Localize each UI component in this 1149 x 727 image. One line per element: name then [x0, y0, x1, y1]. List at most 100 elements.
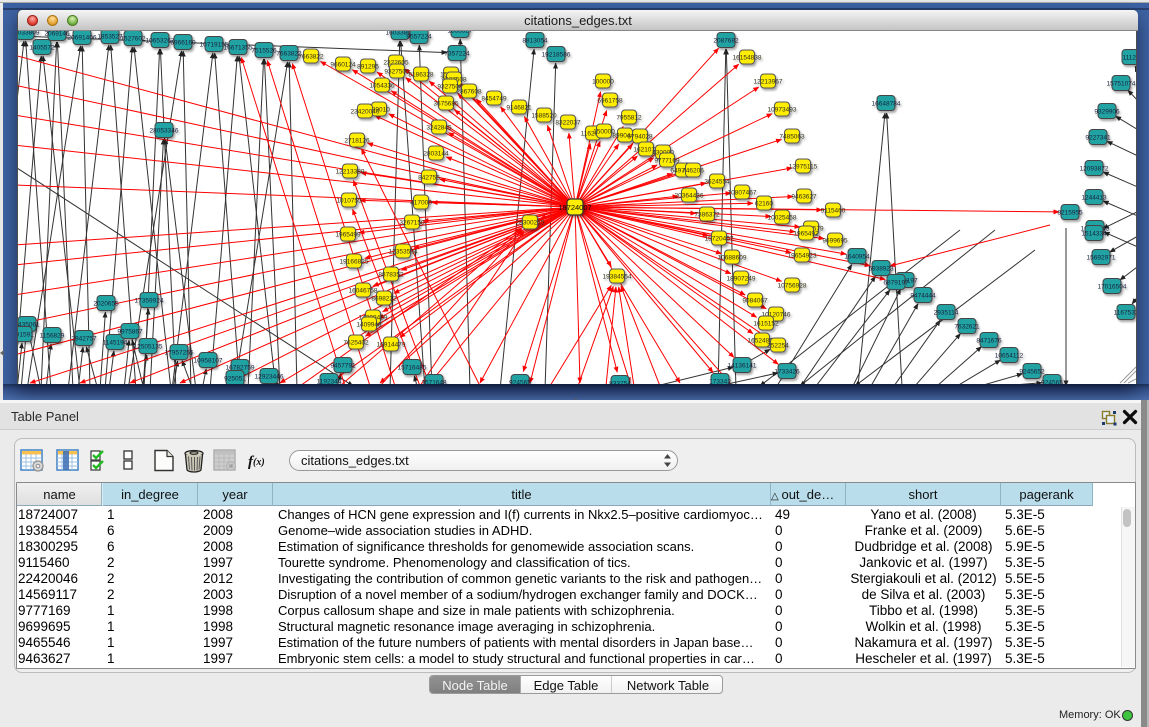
- svg-text:23420046: 23420046: [351, 109, 380, 116]
- svg-text:2867608: 2867608: [456, 89, 482, 96]
- svg-text:9245652: 9245652: [1019, 369, 1045, 376]
- svg-text:924565: 924565: [1041, 380, 1063, 385]
- svg-text:62160: 62160: [755, 201, 773, 208]
- svg-text:3624554: 3624554: [704, 179, 730, 186]
- svg-text:9699695: 9699695: [822, 238, 848, 245]
- svg-text:1010755: 1010755: [336, 198, 362, 205]
- svg-text:11126: 11126: [1122, 55, 1136, 62]
- svg-text:8878352: 8878352: [378, 272, 404, 279]
- svg-text:15751074: 15751074: [1107, 81, 1136, 88]
- svg-text:1156829: 1156829: [40, 333, 65, 340]
- svg-text:1640954: 1640954: [844, 254, 870, 261]
- svg-text:2087682: 2087682: [713, 38, 739, 45]
- svg-text:28053346: 28053346: [150, 128, 179, 135]
- svg-text:746206: 746206: [682, 168, 704, 175]
- svg-text:1527602: 1527602: [120, 36, 146, 43]
- svg-text:16914479: 16914479: [377, 342, 406, 349]
- svg-text:3675685: 3675685: [433, 101, 459, 108]
- svg-text:8471676: 8471676: [976, 338, 1002, 345]
- svg-text:10807467: 10807467: [728, 190, 757, 197]
- svg-text:10688609: 10688609: [718, 255, 747, 262]
- svg-text:12213389: 12213389: [336, 169, 365, 176]
- svg-text:9557224: 9557224: [406, 34, 432, 41]
- svg-text:19384554: 19384554: [603, 274, 632, 281]
- svg-text:100000: 100000: [592, 79, 614, 86]
- svg-text:925051: 925051: [224, 376, 246, 383]
- svg-text:10654112: 10654112: [995, 353, 1024, 360]
- svg-text:391591: 391591: [18, 332, 34, 339]
- svg-text:8215955: 8215955: [1057, 210, 1083, 217]
- svg-text:17359924: 17359924: [135, 298, 164, 305]
- svg-text:2935114: 2935114: [934, 310, 959, 317]
- svg-text:3242845: 3242845: [426, 125, 452, 132]
- svg-text:833754: 833754: [609, 381, 631, 385]
- svg-text:9463627: 9463627: [791, 194, 817, 201]
- svg-text:10025458: 10025458: [768, 215, 797, 222]
- svg-text:9327505: 9327505: [384, 69, 410, 76]
- svg-text:1965499: 1965499: [335, 232, 361, 239]
- svg-text:1853527: 1853527: [447, 31, 473, 35]
- svg-text:9329906: 9329906: [1094, 109, 1120, 116]
- svg-text:15716485: 15716485: [398, 365, 427, 372]
- svg-text:924565: 924565: [509, 380, 531, 385]
- svg-text:(x): (x): [253, 457, 265, 468]
- svg-text:8454749: 8454749: [481, 96, 507, 103]
- svg-text:7632621: 7632621: [954, 324, 980, 331]
- svg-text:9975867: 9975867: [117, 329, 143, 336]
- svg-text:17016504: 17016504: [1098, 284, 1127, 291]
- svg-text:7625402: 7625402: [343, 340, 369, 347]
- svg-text:173342: 173342: [709, 379, 731, 385]
- svg-text:842755: 842755: [418, 175, 440, 182]
- svg-text:16154838: 16154838: [733, 55, 762, 62]
- svg-text:1244413: 1244413: [1081, 195, 1107, 202]
- svg-text:1409948: 1409948: [356, 322, 382, 329]
- svg-text:417000: 417000: [410, 200, 432, 207]
- svg-text:19654923: 19654923: [788, 253, 817, 260]
- svg-text:10958107: 10958107: [194, 358, 223, 365]
- svg-text:1615152: 1615152: [753, 321, 779, 328]
- svg-text:18907249: 18907249: [727, 276, 756, 283]
- svg-text:1145194: 1145194: [103, 340, 128, 347]
- svg-text:7955812: 7955812: [616, 115, 642, 122]
- svg-text:5938923: 5938923: [868, 266, 894, 273]
- svg-text:891295: 891295: [357, 64, 379, 71]
- svg-text:1571648: 1571648: [421, 380, 447, 385]
- svg-text:1192344: 1192344: [317, 379, 342, 385]
- svg-text:8813054: 8813054: [522, 38, 548, 45]
- svg-text:8698222: 8698222: [371, 296, 397, 303]
- svg-text:12505135: 12505135: [134, 344, 163, 351]
- svg-text:9227341: 9227341: [1085, 135, 1111, 142]
- svg-text:1514334: 1514334: [1081, 231, 1107, 238]
- svg-text:17957255: 17957255: [165, 350, 194, 357]
- svg-text:1965492: 1965492: [793, 231, 819, 238]
- svg-text:10756928: 10756928: [778, 283, 807, 290]
- svg-text:16033809: 16033809: [18, 31, 40, 37]
- svg-text:3267150: 3267150: [399, 220, 425, 227]
- svg-text:2020655: 2020655: [93, 301, 119, 308]
- svg-text:6961758: 6961758: [597, 98, 623, 105]
- svg-text:28300215: 28300215: [516, 220, 545, 227]
- svg-text:15692971: 15692971: [1087, 255, 1116, 262]
- svg-text:1167533: 1167533: [1114, 310, 1136, 317]
- svg-text:9474444: 9474444: [910, 293, 936, 300]
- svg-text:8322037: 8322037: [555, 120, 581, 127]
- svg-text:8186328: 8186328: [408, 72, 434, 79]
- svg-text:10973493: 10973493: [768, 107, 797, 114]
- svg-text:16648784: 16648784: [872, 101, 901, 108]
- svg-text:6879197: 6879197: [883, 280, 909, 287]
- svg-text:18724007: 18724007: [558, 203, 591, 212]
- svg-text:252254: 252254: [767, 343, 789, 350]
- svg-text:9457791: 9457791: [330, 363, 356, 370]
- svg-text:1405572: 1405572: [29, 45, 55, 52]
- svg-text:15720407: 15720407: [705, 236, 734, 243]
- svg-text:12975115: 12975115: [789, 164, 818, 171]
- svg-text:1054336: 1054336: [369, 83, 395, 90]
- svg-text:7485063: 7485063: [779, 134, 805, 141]
- svg-text:9115460: 9115460: [821, 208, 846, 215]
- svg-text:12353594: 12353594: [389, 249, 418, 256]
- svg-text:12213967: 12213967: [754, 79, 783, 86]
- svg-text:6966160: 6966160: [170, 40, 196, 47]
- svg-text:7357224: 7357224: [444, 51, 470, 58]
- svg-text:16671355: 16671355: [224, 45, 253, 52]
- svg-text:19218586: 19218586: [542, 52, 571, 59]
